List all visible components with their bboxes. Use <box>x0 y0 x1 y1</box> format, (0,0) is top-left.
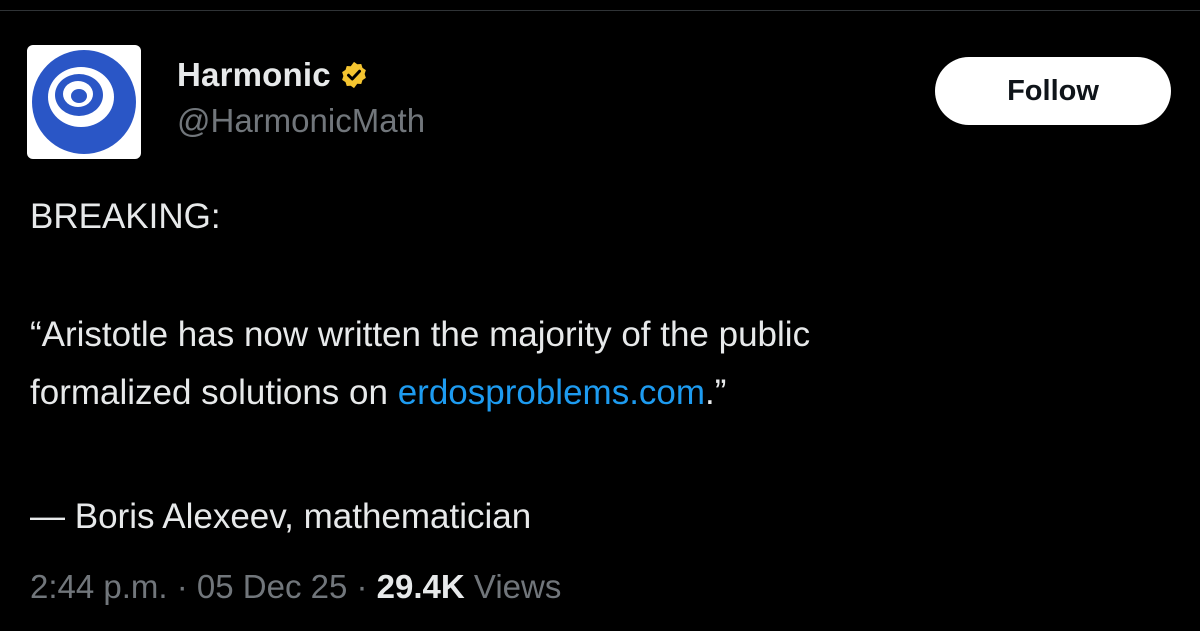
views-label: Views <box>473 568 562 605</box>
tweet-time[interactable]: 2:44 p.m. <box>30 568 168 605</box>
erdosproblems-link[interactable]: erdosproblems.com <box>398 373 705 412</box>
views-count[interactable]: 29.4K <box>377 568 465 605</box>
harmonic-logo-icon <box>32 50 136 154</box>
avatar[interactable] <box>27 45 141 159</box>
follow-button[interactable]: Follow <box>935 57 1171 125</box>
tweet-quote-line: “Aristotle has now written the majority … <box>30 315 811 354</box>
author-display-name[interactable]: Harmonic <box>177 56 331 94</box>
tweet-meta: 2:44 p.m. · 05 Dec 25 · 29.4K Views <box>30 563 561 611</box>
tweet-quote-text: .” <box>705 373 727 412</box>
tweet-date[interactable]: 05 Dec 25 <box>197 568 347 605</box>
meta-separator: · <box>167 568 197 605</box>
tweet-quote-line: formalized solutions on erdosproblems.co… <box>30 366 726 419</box>
top-divider <box>0 10 1200 11</box>
verified-badge-icon[interactable] <box>339 60 369 90</box>
tweet-text-line: BREAKING: <box>30 197 221 236</box>
tweet-quote-text: formalized solutions on <box>30 373 398 412</box>
author-name-row: Harmonic <box>177 56 369 94</box>
meta-separator: · <box>347 568 377 605</box>
tweet-attribution: — Boris Alexeev, mathematician <box>30 497 532 536</box>
author-handle[interactable]: @HarmonicMath <box>177 102 425 140</box>
